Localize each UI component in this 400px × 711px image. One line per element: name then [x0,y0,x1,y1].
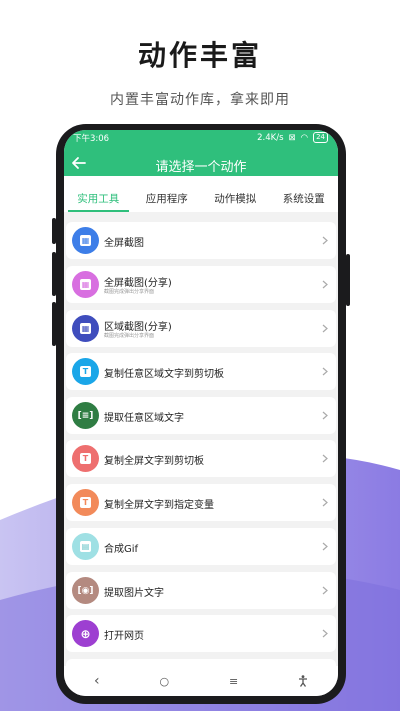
chevron-right-icon [322,542,328,551]
item-icon-bg: ⊕ [72,620,99,647]
action-item[interactable]: [≡] 提取任意区域文字 [66,397,336,434]
action-item[interactable]: [◉] 提取图片文字 [66,572,336,609]
battery-level: 24 [313,132,328,143]
globe-icon: ⊕ [80,626,91,641]
item-icon-bg: T [72,445,99,472]
network-speed: 2.4K/s [257,132,284,143]
item-label: 复制全屏文字到剪切板 [104,456,204,467]
action-item[interactable]: ▦ 全屏截图(分享) 截图完成弹出分享界面 [66,266,336,303]
chevron-right-icon [322,586,328,595]
status-indicators: 2.4K/s ⊠ ◠ 24 [257,132,328,143]
tab-applications[interactable]: 应用程序 [133,176,202,212]
item-label: 提取图片文字 [104,588,164,599]
item-icon-bg: T [72,489,99,516]
action-item[interactable]: ▦ 全屏截图 [66,222,336,259]
status-bar: 下午3:06 2.4K/s ⊠ ◠ 24 [64,130,338,146]
item-icon-bg: ▦ [72,227,99,254]
phone-side-button [52,252,56,296]
action-item[interactable]: T 复制全屏文字到剪切板 [66,440,336,477]
action-item[interactable]: T 复制全屏文字到指定变量 [66,484,336,521]
item-icon-bg: ▦ [72,315,99,342]
chevron-right-icon [322,629,328,638]
item-label: 区域截图(分享) [104,322,172,333]
chevron-right-icon [322,411,328,420]
item-label: 复制任意区域文字到剪切板 [104,369,224,380]
phone-side-button [52,302,56,346]
nav-home-icon[interactable]: ○ [159,675,169,688]
action-item[interactable]: ⊕ 打开网页 [66,615,336,652]
chevron-right-icon [322,454,328,463]
promo-title: 动作丰富 [137,39,262,72]
copy-text-icon: T [80,497,91,508]
phone-side-button [52,218,56,244]
action-item[interactable]: T 复制任意区域文字到剪切板 [66,353,336,390]
chevron-right-icon [322,324,328,333]
status-time: 下午3:06 [73,134,110,144]
screenshot-share-icon: ▦ [80,279,91,290]
category-tabs: 实用工具 应用程序 动作模拟 系统设置 [64,176,338,212]
item-description: 截图完成弹出分享界面 [104,333,155,339]
tab-action-simulation[interactable]: 动作模拟 [201,176,270,212]
item-label: 复制全屏文字到指定变量 [104,500,214,511]
region-screenshot-icon: ▦ [80,323,91,334]
promo-subtitle: 内置丰富动作库，拿来即用 [110,92,290,108]
item-label: 提取任意区域文字 [104,413,184,424]
item-label: 打开网页 [104,631,144,642]
accessibility-icon[interactable] [298,675,308,687]
item-icon-bg: ▦ [72,271,99,298]
tab-system-settings[interactable]: 系统设置 [270,176,339,212]
sim-icon: ⊠ [288,132,296,143]
chevron-right-icon [322,280,328,289]
gif-icon: ▤ [80,541,91,552]
system-nav-bar: ‹ ○ ≡ [64,666,338,696]
phone-side-button [346,254,350,306]
action-item[interactable]: ▦ 区域截图(分享) 截图完成弹出分享界面 [66,310,336,347]
screenshot-icon: ▦ [80,235,91,246]
action-item[interactable]: ▤ 合成Gif [66,528,336,565]
item-description: 截图完成弹出分享界面 [104,289,155,295]
item-icon-bg: T [72,358,99,385]
tab-utilities[interactable]: 实用工具 [64,176,133,212]
extract-text-icon: [≡] [77,410,94,421]
item-label: 全屏截图 [104,238,144,249]
page-title: 请选择一个动作 [155,160,247,175]
copy-text-icon: T [80,453,91,464]
wifi-icon: ◠ [300,132,309,143]
item-icon-bg: [≡] [72,402,99,429]
copy-text-icon: T [80,366,91,377]
item-icon-bg: ▤ [72,533,99,560]
item-icon-bg: [◉] [72,577,99,604]
nav-menu-icon[interactable]: ≡ [229,675,238,688]
item-label: 全屏截图(分享) [104,278,172,289]
chevron-right-icon [322,498,328,507]
scan-icon: [◉] [77,585,94,596]
nav-back-icon[interactable]: ‹ [94,673,100,689]
app-screen: 下午3:06 2.4K/s ⊠ ◠ 24 请选择一个动作 实用工具 应用程序 动… [64,130,338,696]
item-label: 合成Gif [104,544,139,555]
chevron-right-icon [322,367,328,376]
chevron-right-icon [322,236,328,245]
